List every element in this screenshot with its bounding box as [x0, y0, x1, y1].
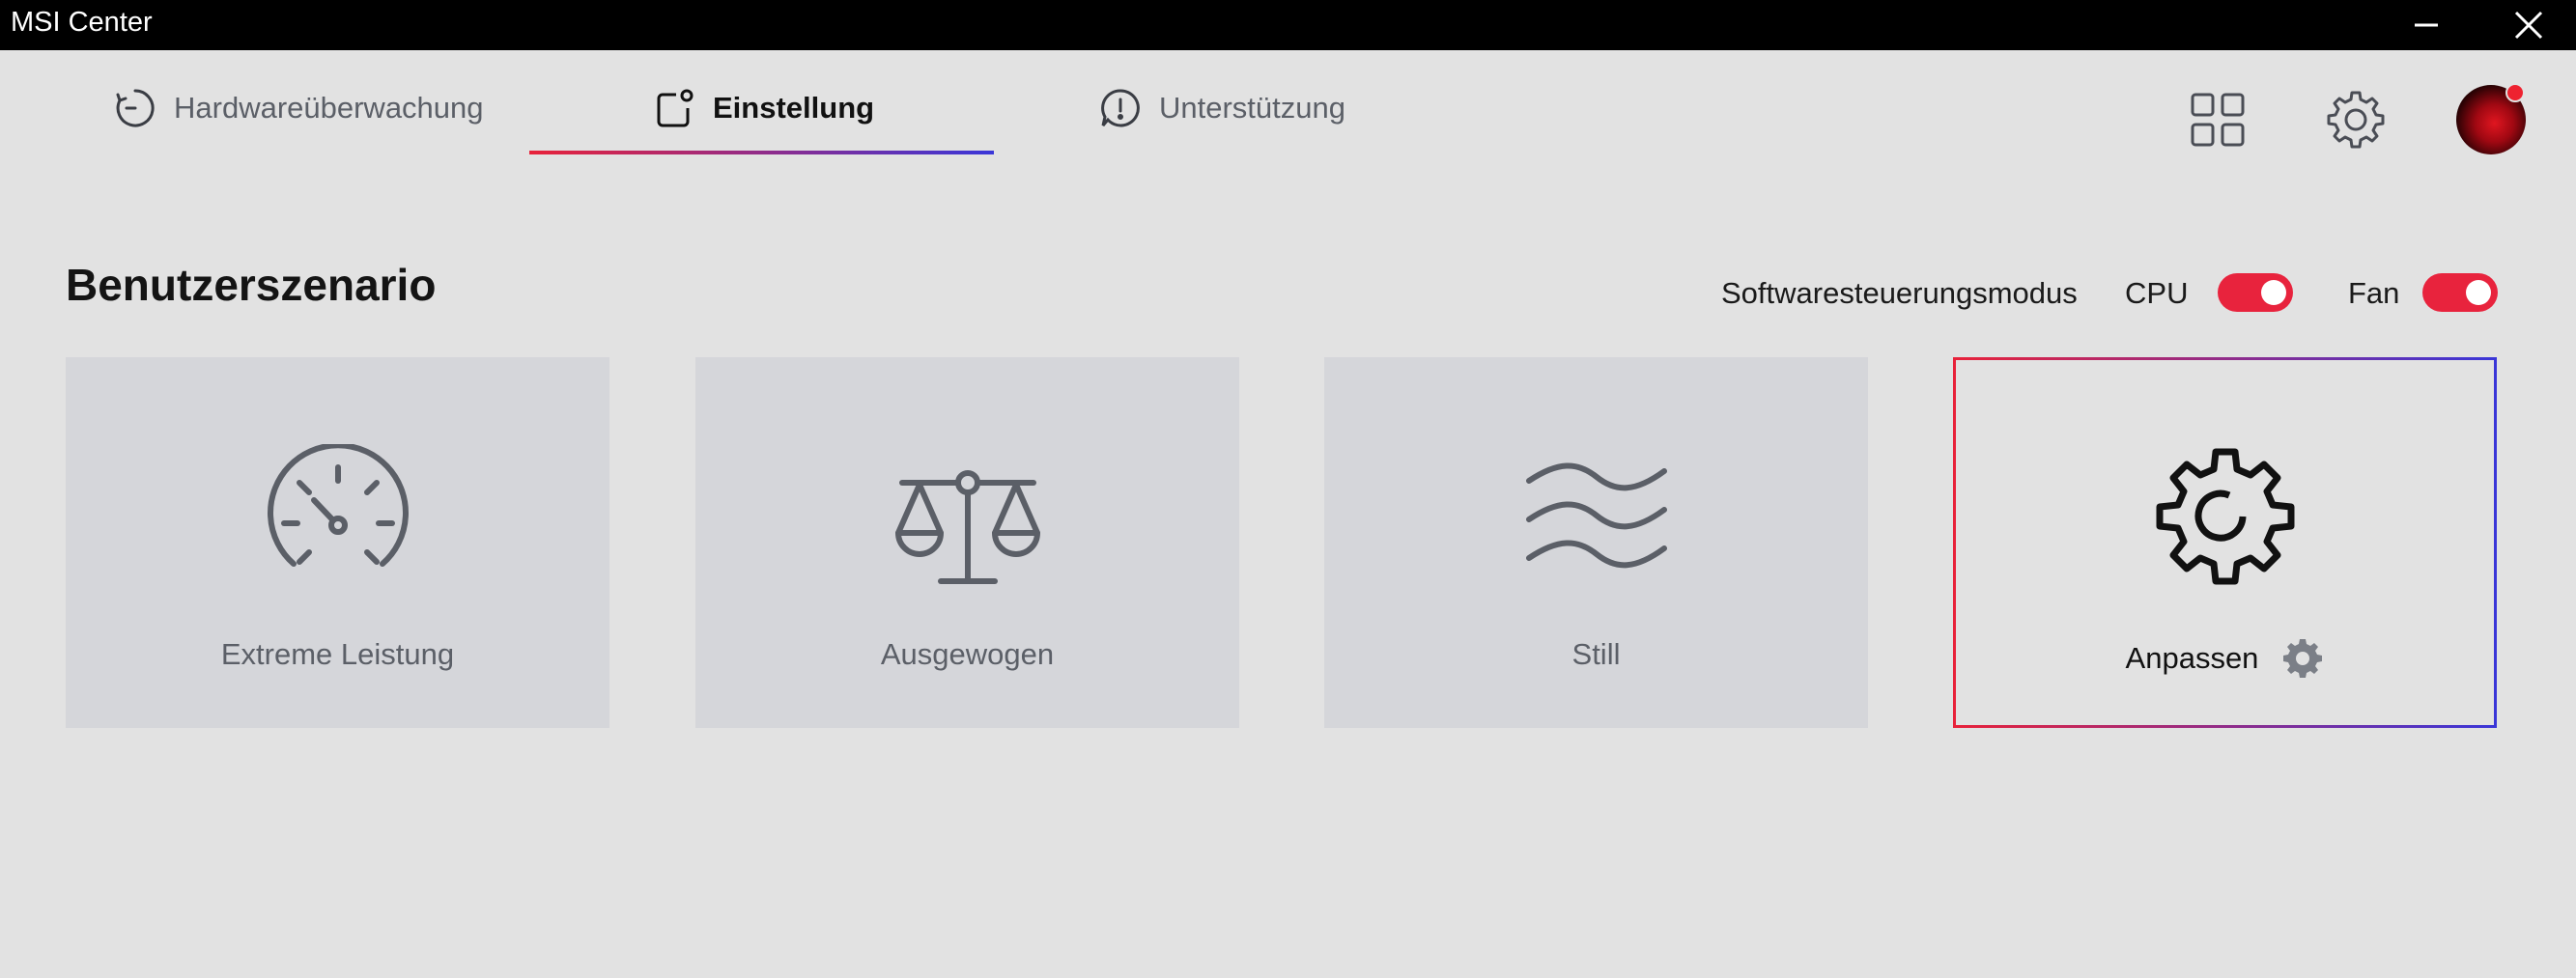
window-title: MSI Center [11, 7, 153, 38]
gear-icon [2327, 91, 2385, 149]
close-button[interactable] [2490, 0, 2567, 50]
settings-square-icon [653, 87, 695, 129]
scenario-label: Ausgewogen [880, 637, 1055, 671]
balance-scale-icon [886, 439, 1050, 603]
fan-toggle-label: Fan [2348, 276, 2400, 310]
apps-grid-icon [2191, 93, 2245, 147]
scenario-card-silent[interactable]: Still [1324, 357, 1868, 728]
cpu-toggle-label: CPU [2125, 276, 2189, 310]
gauge-cycle-icon [114, 87, 156, 129]
customize-label-row: Anpassen [1956, 637, 2494, 680]
scenario-card-customize[interactable]: Anpassen [1953, 357, 2497, 728]
tab-hardware-monitoring[interactable]: Hardwareüberwachung [114, 81, 484, 135]
software-control-mode-label: Softwaresteuerungsmodus [1721, 276, 2078, 310]
fan-toggle[interactable] [2422, 273, 2498, 312]
tab-label: Einstellung [713, 91, 875, 125]
close-icon [2514, 11, 2543, 40]
scenario-label: Still [1571, 637, 1621, 671]
tab-label: Unterstützung [1159, 91, 1345, 125]
settings-gear-button[interactable] [2321, 85, 2391, 154]
msi-center-window: MSI Center Hardwareüberwachung Einstellu… [0, 0, 2576, 978]
scenario-label: Anpassen [2125, 641, 2259, 675]
waves-icon [1514, 439, 1679, 603]
apps-grid-button[interactable] [2183, 85, 2252, 154]
tab-settings[interactable]: Einstellung [653, 81, 874, 135]
tab-label: Hardwareüberwachung [174, 91, 484, 125]
minimize-button[interactable] [2388, 0, 2465, 50]
page-title: Benutzerszenario [66, 260, 437, 310]
scenario-card-extreme-performance[interactable]: Extreme Leistung [66, 357, 609, 728]
minimize-icon [2415, 23, 2438, 27]
toggle-knob [2466, 280, 2491, 305]
toggle-knob [2261, 280, 2286, 305]
active-tab-indicator [529, 151, 994, 154]
speedometer-icon [256, 439, 420, 603]
title-bar: MSI Center [0, 0, 2576, 50]
customize-settings-gear-icon[interactable] [2281, 637, 2324, 680]
support-bubble-icon [1099, 87, 1142, 129]
cog-icon [2143, 439, 2307, 603]
cpu-toggle[interactable] [2218, 273, 2293, 312]
scenario-card-balanced[interactable]: Ausgewogen [695, 357, 1239, 728]
notification-dot [2505, 83, 2525, 102]
tab-support[interactable]: Unterstützung [1099, 81, 1345, 135]
scenario-label: Extreme Leistung [220, 637, 455, 671]
